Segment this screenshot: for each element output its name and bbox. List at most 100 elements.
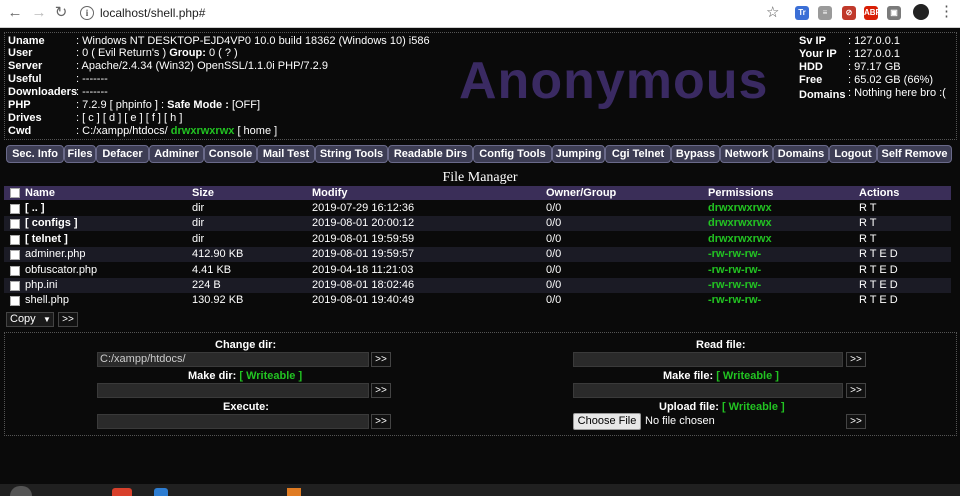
drive-links[interactable]: [ c ] [ d ] [ e ] [ f ] [ h ] — [82, 112, 182, 124]
file-actions[interactable]: R T E D — [859, 247, 898, 262]
row-checkbox[interactable] — [10, 204, 20, 214]
file-size: dir — [192, 217, 205, 230]
col-permissions-header: Permissions — [708, 187, 774, 199]
file-name[interactable]: php.ini — [25, 278, 57, 293]
ext-puzzle-icon[interactable]: ▣ — [887, 6, 901, 20]
useful-text: ------- — [82, 73, 108, 85]
cwd-path-link[interactable]: C:/xampp/htdocs/ — [82, 125, 168, 137]
file-name[interactable]: obfuscator.php — [25, 263, 97, 278]
ext-doc-icon[interactable]: ≡ — [818, 6, 832, 20]
menu-item-files[interactable]: Files — [64, 145, 96, 163]
home-link[interactable]: [ home ] — [237, 125, 277, 137]
file-actions[interactable]: R T — [859, 216, 877, 231]
make-dir-input[interactable] — [97, 383, 369, 398]
file-permissions[interactable]: -rw-rw-rw- — [708, 293, 761, 308]
file-name[interactable]: [ telnet ] — [25, 232, 68, 247]
file-permissions[interactable]: -rw-rw-rw- — [708, 278, 761, 293]
menu-item-domains[interactable]: Domains — [773, 145, 829, 163]
server-text: Apache/2.4.34 (Win32) OpenSSL/1.1.0i PHP… — [81, 60, 328, 72]
file-owner: 0/0 — [546, 248, 562, 261]
file-size: 224 B — [192, 279, 221, 291]
downloaders-label: Downloaders — [8, 86, 78, 98]
file-actions[interactable]: R T — [859, 232, 877, 247]
chrome-taskbar-icon[interactable] — [112, 488, 132, 496]
menu-item-readable-dirs[interactable]: Readable Dirs — [388, 145, 473, 163]
col-actions-header: Actions — [859, 187, 900, 199]
file-name[interactable]: [ .. ] — [25, 201, 45, 216]
upload-go-button[interactable]: >> — [846, 414, 866, 429]
app-taskbar-icon[interactable] — [287, 488, 301, 496]
ext-translate-icon[interactable]: Tr — [795, 6, 809, 20]
make-file-text: Make file: — [663, 370, 714, 382]
ext-block-icon[interactable]: ⊘ — [842, 6, 856, 20]
make-dir-go-button[interactable]: >> — [371, 383, 391, 398]
read-file-input[interactable] — [573, 352, 843, 367]
file-name[interactable]: shell.php — [25, 293, 69, 308]
menu-item-console[interactable]: Console — [204, 145, 257, 163]
file-actions[interactable]: R T E D — [859, 263, 898, 278]
address-bar[interactable]: i localhost/shell.php# — [74, 3, 789, 23]
menu-item-logout[interactable]: Logout — [829, 145, 877, 163]
menu-item-defacer[interactable]: Defacer — [96, 145, 149, 163]
menu-item-cgi-telnet[interactable]: Cgi Telnet — [605, 145, 671, 163]
menu-item-adminer[interactable]: Adminer — [149, 145, 204, 163]
menu-item-config-tools[interactable]: Config Tools — [473, 145, 552, 163]
col-name-header[interactable]: Name — [25, 186, 55, 200]
file-permissions[interactable]: drwxrwxrwx — [708, 216, 772, 231]
choose-file-button[interactable]: Choose File — [573, 413, 641, 430]
hdd-label: HDD — [799, 61, 823, 73]
php-label: PHP — [8, 99, 31, 111]
back-icon[interactable]: ← — [6, 4, 24, 22]
menu-item-jumping[interactable]: Jumping — [552, 145, 605, 163]
file-modify: 2019-08-01 20:00:12 — [312, 217, 415, 230]
execute-go-button[interactable]: >> — [371, 414, 391, 429]
execute-input[interactable] — [97, 414, 369, 429]
menu-item-network[interactable]: Network — [720, 145, 773, 163]
file-actions[interactable]: R T E D — [859, 293, 898, 308]
sv-ip-value: : 127.0.0.1 — [848, 35, 900, 47]
select-all-checkbox[interactable] — [10, 188, 20, 198]
menu-item-self-remove[interactable]: Self Remove — [877, 145, 952, 163]
row-checkbox[interactable] — [10, 281, 20, 291]
ext-abp-icon[interactable]: ABP — [864, 6, 881, 20]
read-file-go-button[interactable]: >> — [846, 352, 866, 367]
bookmark-star-icon[interactable]: ☆ — [766, 4, 779, 22]
bulk-go-button[interactable]: >> — [58, 312, 78, 327]
file-actions[interactable]: R T E D — [859, 278, 898, 293]
info-icon[interactable]: i — [80, 6, 94, 20]
row-checkbox[interactable] — [10, 250, 20, 261]
file-name[interactable]: adminer.php — [25, 247, 86, 262]
make-file-go-button[interactable]: >> — [846, 383, 866, 398]
file-permissions[interactable]: -rw-rw-rw- — [708, 247, 761, 262]
menu-item-sec-info[interactable]: Sec. Info — [6, 145, 64, 163]
make-file-input[interactable] — [573, 383, 843, 398]
row-checkbox[interactable] — [10, 265, 20, 276]
user-text: 0 ( Evil Return's ) — [82, 47, 167, 59]
upload-writeable: [ Writeable ] — [721, 401, 785, 413]
file-permissions[interactable]: drwxrwxrwx — [708, 232, 772, 247]
row-checkbox[interactable] — [10, 234, 20, 245]
row-checkbox[interactable] — [10, 296, 20, 307]
file-permissions[interactable]: -rw-rw-rw- — [708, 263, 761, 278]
menu-dots-icon[interactable]: ⋮ — [939, 3, 954, 21]
reload-icon[interactable]: ↻ — [52, 4, 70, 22]
bulk-action-select[interactable]: Copy ▼ — [6, 312, 54, 327]
forward-icon[interactable]: → — [30, 4, 48, 22]
uname-text: Windows NT DESKTOP-EJD4VP0 10.0 build 18… — [82, 35, 430, 47]
profile-avatar-icon[interactable] — [913, 4, 929, 20]
change-dir-go-button[interactable]: >> — [371, 352, 391, 367]
menu-item-bypass[interactable]: Bypass — [671, 145, 720, 163]
php-version-link[interactable]: 7.2.9 [ phpinfo ] — [82, 99, 158, 111]
start-icon[interactable] — [10, 486, 32, 496]
menu-item-mail-test[interactable]: Mail Test — [257, 145, 315, 163]
row-checkbox[interactable] — [10, 219, 20, 230]
file-name[interactable]: [ configs ] — [25, 216, 78, 231]
edge-taskbar-icon[interactable] — [154, 488, 168, 496]
file-modify: 2019-07-29 16:12:36 — [312, 202, 415, 214]
useful-label: Useful — [8, 73, 42, 85]
menu-item-string-tools[interactable]: String Tools — [315, 145, 388, 163]
file-permissions[interactable]: drwxrwxrwx — [708, 201, 772, 216]
file-actions[interactable]: R T — [859, 201, 877, 216]
change-dir-input[interactable]: C:/xampp/htdocs/ — [97, 352, 369, 367]
your-ip-text: 127.0.0.1 — [854, 48, 900, 60]
